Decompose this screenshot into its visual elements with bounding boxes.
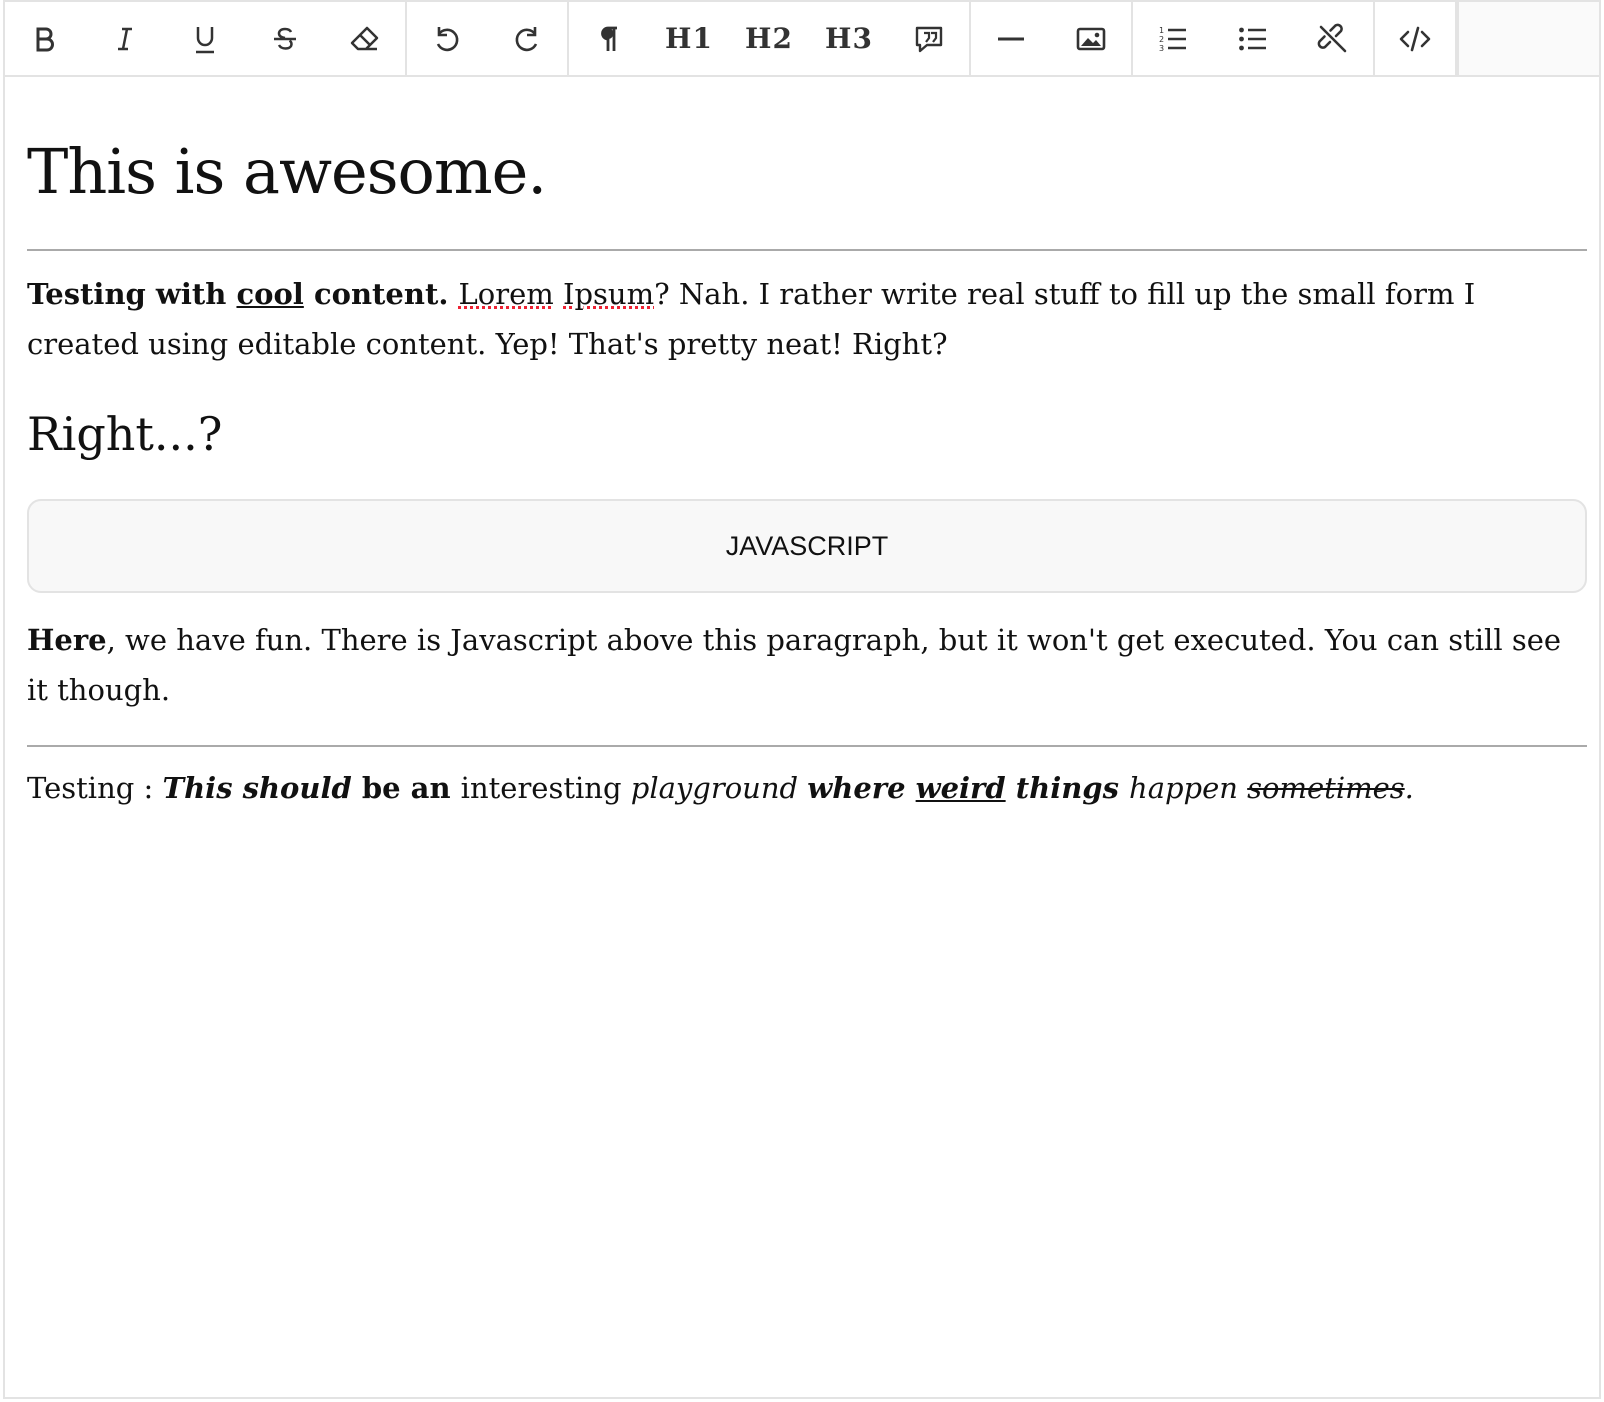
misspelled-word: Lorem (458, 277, 554, 311)
svg-text:3: 3 (1159, 44, 1164, 53)
paragraph-javascript-note: Here, we have fun. There is Javascript a… (27, 615, 1587, 715)
bold-text: content. (303, 277, 459, 311)
horizontal-rule-icon (998, 37, 1024, 40)
unlink-icon (1317, 23, 1347, 52)
space-text (554, 277, 563, 311)
toolbar-group-history (407, 2, 569, 75)
code-block: JAVASCRIPT (27, 499, 1587, 593)
view-source-button[interactable] (1375, 2, 1455, 75)
italic-button[interactable] (85, 2, 165, 75)
bold-text: Here (27, 623, 107, 657)
undo-icon (436, 26, 459, 51)
code-icon (1399, 26, 1431, 51)
underline-icon (196, 26, 214, 53)
bold-italic-underlined-text: weird (915, 771, 1006, 805)
undo-button[interactable] (407, 2, 487, 75)
toolbar-spacer (1457, 2, 1599, 75)
underlined-word: cool (236, 277, 304, 311)
toolbar-group-blocks: H1 H2 H3 (569, 2, 971, 75)
italic-icon (118, 27, 132, 50)
document-title: This is awesome. (27, 135, 547, 208)
horizontal-rule-button[interactable] (971, 2, 1051, 75)
editor-toolbar: H1 H2 H3 123 (5, 2, 1599, 77)
unordered-list-icon (1239, 27, 1266, 50)
toolbar-group-format (5, 2, 407, 75)
bold-italic-text: where (807, 771, 916, 805)
plain-text: interesting (460, 771, 631, 805)
heading-3-label: H3 (825, 22, 873, 55)
svg-text:2: 2 (1159, 35, 1164, 44)
bold-button[interactable] (5, 2, 85, 75)
strikethrough-icon (274, 27, 296, 50)
toolbar-group-source (1375, 2, 1457, 75)
unlink-button[interactable] (1293, 2, 1373, 75)
redo-icon (515, 26, 538, 51)
paragraph-testing: Testing : This should be an interesting … (27, 763, 1587, 813)
toolbar-group-insert (971, 2, 1133, 75)
ordered-list-button[interactable]: 123 (1133, 2, 1213, 75)
heading-3-button[interactable]: H3 (809, 2, 889, 75)
horizontal-rule (27, 249, 1587, 251)
rich-text-editor: H1 H2 H3 123 This is awesome. Testing wi… (3, 0, 1601, 1399)
italic-text: playground (630, 771, 808, 805)
unordered-list-button[interactable] (1213, 2, 1293, 75)
code-block-label: JAVASCRIPT (725, 530, 889, 561)
paragraph-text: , we have fun. There is Javascript above… (27, 623, 1562, 707)
heading-2-label: H2 (745, 22, 793, 55)
paragraph-intro: Testing with cool content. Lorem Ipsum? … (27, 269, 1587, 369)
quote-icon (915, 26, 943, 52)
italic-strikethrough-text: sometimes (1247, 771, 1405, 805)
heading-1-label: H1 (665, 22, 713, 55)
toolbar-group-lists: 123 (1133, 2, 1375, 75)
horizontal-rule (27, 745, 1587, 747)
heading-2-button[interactable]: H2 (729, 2, 809, 75)
paragraph-button[interactable] (569, 2, 649, 75)
plain-text: Testing : (27, 771, 163, 805)
underline-button[interactable] (165, 2, 245, 75)
strikethrough-button[interactable] (245, 2, 325, 75)
bold-italic-text: things (1005, 771, 1130, 805)
bold-icon (36, 27, 54, 51)
italic-text: . (1404, 771, 1414, 805)
pilcrow-icon (601, 26, 617, 51)
italic-text: happen (1129, 771, 1248, 805)
bold-text: be an (351, 771, 461, 805)
heading-1-button[interactable]: H1 (649, 2, 729, 75)
clear-format-button[interactable] (325, 2, 405, 75)
insert-image-button[interactable] (1051, 2, 1131, 75)
subheading: Right...? (27, 407, 223, 461)
svg-text:1: 1 (1159, 26, 1164, 35)
bold-italic-text: This should (162, 771, 352, 805)
ordered-list-icon: 123 (1159, 26, 1186, 53)
misspelled-word: Ipsum (563, 277, 655, 311)
eraser-icon (350, 26, 379, 50)
quote-button[interactable] (889, 2, 969, 75)
redo-button[interactable] (487, 2, 567, 75)
bold-text: Testing with (27, 277, 237, 311)
image-icon (1076, 27, 1106, 50)
